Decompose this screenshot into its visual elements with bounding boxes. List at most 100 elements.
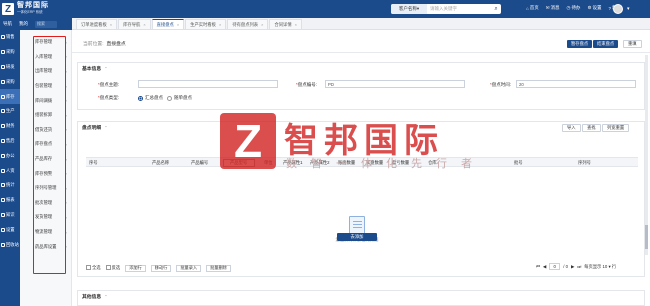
submenu-item[interactable]: 物流管理 ›: [20, 225, 71, 240]
col-unit[interactable]: 单位: [264, 160, 273, 166]
import-button[interactable]: 导入: [562, 124, 581, 132]
sidebar-item[interactable]: 财务: [0, 119, 20, 134]
sidebar-item[interactable]: 知识: [0, 208, 20, 223]
col-product-name[interactable]: 产品名称: [152, 160, 169, 166]
settings-link[interactable]: ⚙ 设置: [587, 5, 601, 11]
add-row-button[interactable]: 添加行: [125, 264, 146, 272]
submenu-item[interactable]: 组装拆卸 ›: [20, 108, 71, 123]
sidebar-item[interactable]: 生产: [0, 104, 20, 119]
gear-icon: ⚙: [587, 5, 592, 10]
batch-input-button[interactable]: 批量录入: [176, 264, 202, 272]
search-scope-select[interactable]: 客户名称 ▾: [391, 4, 427, 14]
number-input[interactable]: PD: [325, 80, 465, 88]
col-product-model[interactable]: 产品型号: [230, 160, 247, 166]
close-icon[interactable]: ×: [261, 22, 263, 27]
col-attr1[interactable]: 产品属性1: [283, 160, 303, 166]
search-input[interactable]: 请输入关键字: [427, 6, 491, 12]
menu-search-input[interactable]: 搜索: [35, 20, 57, 28]
subject-input[interactable]: [138, 80, 278, 88]
sidebar-item[interactable]: 统计: [0, 178, 20, 193]
submenu-item[interactable]: 发货管理 ›: [20, 210, 71, 225]
col-book-qty[interactable]: 账面数量: [338, 160, 355, 166]
search-icon[interactable]: ⌕: [491, 6, 501, 13]
sidebar-item[interactable]: 人资: [0, 163, 20, 178]
submenu-item[interactable]: 库存预警 ›: [20, 166, 71, 181]
sidebar-item[interactable]: 采购: [0, 45, 20, 60]
message-link[interactable]: ✉ 消息: [546, 5, 560, 11]
sidebar-item[interactable]: 售后: [0, 134, 20, 149]
reset-width-button[interactable]: 列宽重置: [602, 124, 630, 132]
sidebar-item[interactable]: 采购: [0, 74, 20, 89]
sidebar-item[interactable]: 研发: [0, 60, 20, 75]
move-row-button[interactable]: 移动行: [150, 264, 172, 272]
col-product-code[interactable]: 产品编号: [191, 160, 208, 166]
submenu-item[interactable]: 药品库设置 ›: [20, 239, 71, 254]
page-number-input[interactable]: 0: [549, 263, 561, 270]
scrollbar-thumb[interactable]: [645, 225, 648, 249]
col-batch[interactable]: 批号: [514, 160, 523, 166]
submenu-item[interactable]: 批次管理 ›: [20, 196, 71, 211]
sidebar-item[interactable]: 报表: [0, 193, 20, 208]
tab[interactable]: 待有盘点列表 ×: [227, 19, 269, 29]
type-radio-random[interactable]: 随单盘点: [167, 95, 192, 101]
type-radio-summary[interactable]: 汇总盘点: [138, 95, 163, 101]
check-all[interactable]: 全选: [86, 265, 101, 271]
page-size-select[interactable]: 每页显示 10 ▾ 行: [584, 264, 616, 270]
batch-delete-button[interactable]: 批量删除: [206, 264, 231, 272]
col-attr2[interactable]: 产品属性2: [310, 160, 330, 166]
close-icon[interactable]: ×: [177, 22, 179, 27]
sidebar-item[interactable]: 办公: [0, 148, 20, 163]
col-warehouse[interactable]: 仓库: [428, 160, 437, 166]
submenu-item[interactable]: 库存管理 ›: [20, 35, 71, 50]
submenu-item[interactable]: 库间调拨 ›: [20, 93, 71, 108]
col-diff-qty[interactable]: 盈亏数量: [392, 160, 409, 166]
chevron-right-icon: ›: [65, 141, 67, 147]
home-link[interactable]: ⌂ 首页: [526, 5, 539, 11]
first-page-icon[interactable]: ⏮: [536, 264, 540, 269]
sidebar-item[interactable]: 销售: [0, 30, 20, 45]
sidebar: 销售 采购 研发 采购 库存 生产 财务 售后 办公 人资 统计 报表 知识 设置 回收站: [0, 30, 20, 306]
prev-page-icon[interactable]: ◀: [543, 264, 546, 270]
brand-logo[interactable]: Z 智邦国际 一体化ERP 系统: [2, 2, 49, 16]
time-input[interactable]: 20: [516, 80, 636, 88]
col-actual-qty[interactable]: 实盘数量: [366, 160, 383, 166]
submenu-item[interactable]: 入库管理 ›: [20, 50, 71, 65]
tab[interactable]: 生产实时看板 ×: [185, 19, 227, 29]
submenu-item[interactable]: 库存盘点 ›: [20, 137, 71, 152]
find-button[interactable]: 查找: [582, 124, 601, 132]
finish-inventory-button[interactable]: 结束盘点: [593, 40, 619, 48]
next-page-icon[interactable]: ▶: [571, 264, 574, 270]
submenu-item[interactable]: 出库管理 ›: [20, 64, 71, 79]
invert-select[interactable]: 反选: [105, 265, 120, 271]
nav-tab-all[interactable]: 导航: [3, 21, 12, 27]
tab[interactable]: 合同详情 ×: [269, 19, 302, 29]
submenu-item[interactable]: 产品库存 ›: [20, 152, 71, 167]
submenu-item[interactable]: 包装管理 ›: [20, 79, 71, 94]
avatar[interactable]: [613, 4, 623, 14]
basic-info-header[interactable]: 基本信息 ⌃: [78, 63, 644, 73]
sidebar-item[interactable]: 设置: [0, 222, 20, 237]
todo-link[interactable]: ◷ 待办: [567, 5, 581, 11]
close-icon[interactable]: ×: [295, 22, 297, 27]
chevron-down-icon[interactable]: ▾: [627, 6, 630, 12]
scrollbar[interactable]: [645, 55, 648, 255]
close-icon[interactable]: ×: [110, 22, 112, 27]
nav-tab-mine[interactable]: 我的: [19, 21, 28, 27]
reset-button[interactable]: 重填: [623, 40, 642, 48]
tab[interactable]: 订单进度看板 ×: [76, 19, 118, 29]
close-icon[interactable]: ×: [143, 22, 145, 27]
col-serial[interactable]: 序列号: [578, 160, 591, 166]
detail-header[interactable]: 盘点明细 ⌃: [78, 122, 644, 132]
submenu-item[interactable]: 序列号管理 ›: [20, 181, 71, 196]
save-draft-button[interactable]: 暂存盘点: [567, 40, 593, 48]
col-seq[interactable]: 序号: [89, 160, 98, 166]
last-page-icon[interactable]: ⏭: [577, 264, 581, 269]
sidebar-item[interactable]: 库存: [0, 89, 20, 104]
add-data-button[interactable]: 去添加: [337, 233, 377, 241]
sidebar-item[interactable]: 回收站: [0, 237, 20, 252]
close-icon[interactable]: ×: [219, 22, 221, 27]
tab[interactable]: 库存导航 ×: [118, 19, 151, 29]
tab[interactable]: 直接盘点 ×: [151, 19, 185, 29]
other-info-header[interactable]: 其他信息 ⌃: [78, 291, 644, 301]
submenu-item[interactable]: 借货还货 ›: [20, 123, 71, 138]
